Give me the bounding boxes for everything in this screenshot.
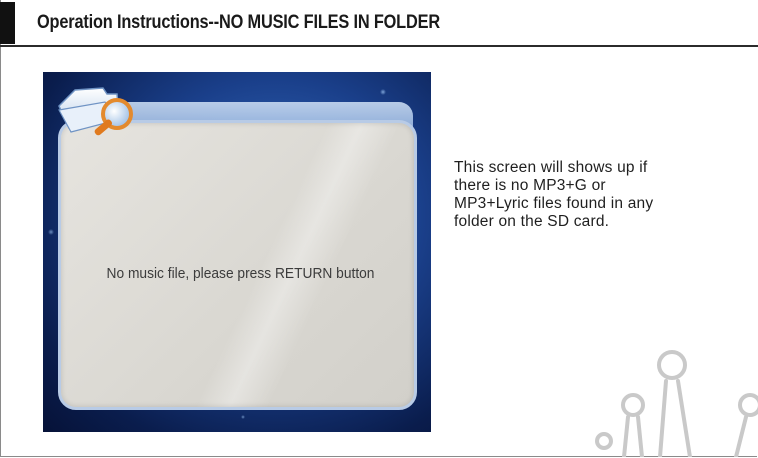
no-music-message: No music file, please press RETURN butto… <box>106 266 375 282</box>
page-title: Operation Instructions--NO MUSIC FILES I… <box>37 12 440 33</box>
description-text: This screen will shows up if there is no… <box>454 159 754 231</box>
folder-magnifier-icon <box>58 87 133 136</box>
people-figures-decoration <box>595 350 758 457</box>
page-header: Operation Instructions--NO MUSIC FILES I… <box>0 0 758 47</box>
header-divider <box>0 45 758 47</box>
header-accent-bar <box>0 2 15 44</box>
description-line-2: there is no MP3+G or <box>454 177 606 194</box>
description-line-3: MP3+Lyric files found in any <box>454 195 654 212</box>
description-line-4: folder on the SD card. <box>454 213 610 230</box>
message-panel: No music file, please press RETURN butto… <box>58 120 417 410</box>
description-line-1: This screen will shows up if <box>454 159 648 176</box>
tv-screen-screenshot: No music file, please press RETURN butto… <box>43 72 431 432</box>
